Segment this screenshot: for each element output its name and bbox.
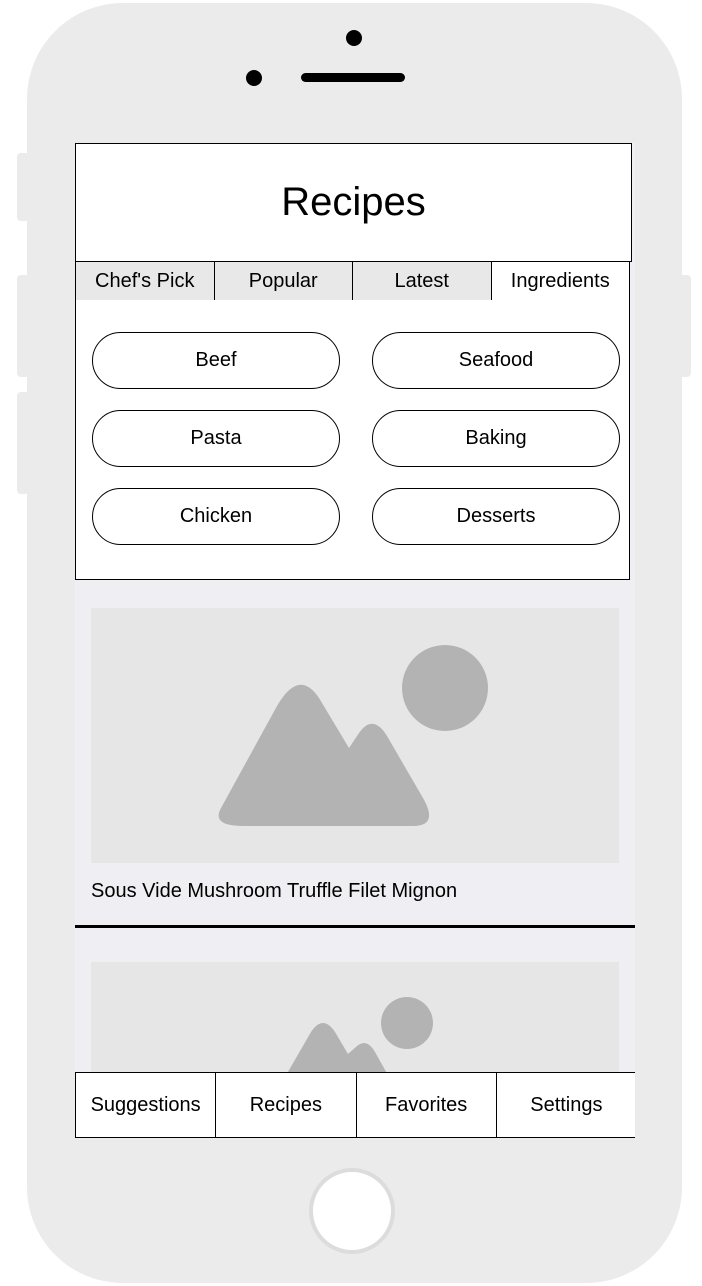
nav-suggestions[interactable]: Suggestions [76,1073,217,1137]
recipe-card-title[interactable]: Sous Vide Mushroom Truffle Filet Mignon [91,880,457,903]
app-header: Recipes [75,143,632,262]
tab-latest[interactable]: Latest [353,262,492,300]
volume-up-button [17,275,29,377]
card-divider [75,925,635,928]
nav-favorites[interactable]: Favorites [357,1073,497,1137]
category-tabs: Chef's Pick Popular Latest Ingredients [75,261,630,301]
chip-seafood[interactable]: Seafood [372,332,620,389]
nav-settings[interactable]: Settings [497,1073,635,1137]
mute-switch [17,153,29,221]
bottom-navigation: Suggestions Recipes Favorites Settings [75,1072,635,1138]
nav-recipes[interactable]: Recipes [216,1073,357,1137]
front-camera [346,30,362,46]
tab-ingredients[interactable]: Ingredients [491,262,629,300]
power-button [678,275,691,377]
page-title: Recipes [281,180,426,224]
earpiece-speaker [301,73,405,82]
volume-down-button [17,392,29,494]
tab-popular[interactable]: Popular [214,262,353,300]
home-button[interactable] [309,1168,395,1254]
recipe-card-image[interactable] [91,608,619,863]
app-screen: Recipes Chef's Pick Popular Latest Ingre… [75,143,635,1138]
chip-chicken[interactable]: Chicken [92,488,340,545]
image-placeholder-icon [218,645,488,826]
chip-beef[interactable]: Beef [92,332,340,389]
chip-pasta[interactable]: Pasta [92,410,340,467]
chip-desserts[interactable]: Desserts [372,488,620,545]
ingredient-filters: Beef Seafood Pasta Baking Chicken Desser… [75,300,630,580]
chip-baking[interactable]: Baking [372,410,620,467]
proximity-sensor [246,70,262,86]
tab-chefs-pick[interactable]: Chef's Pick [76,262,215,300]
